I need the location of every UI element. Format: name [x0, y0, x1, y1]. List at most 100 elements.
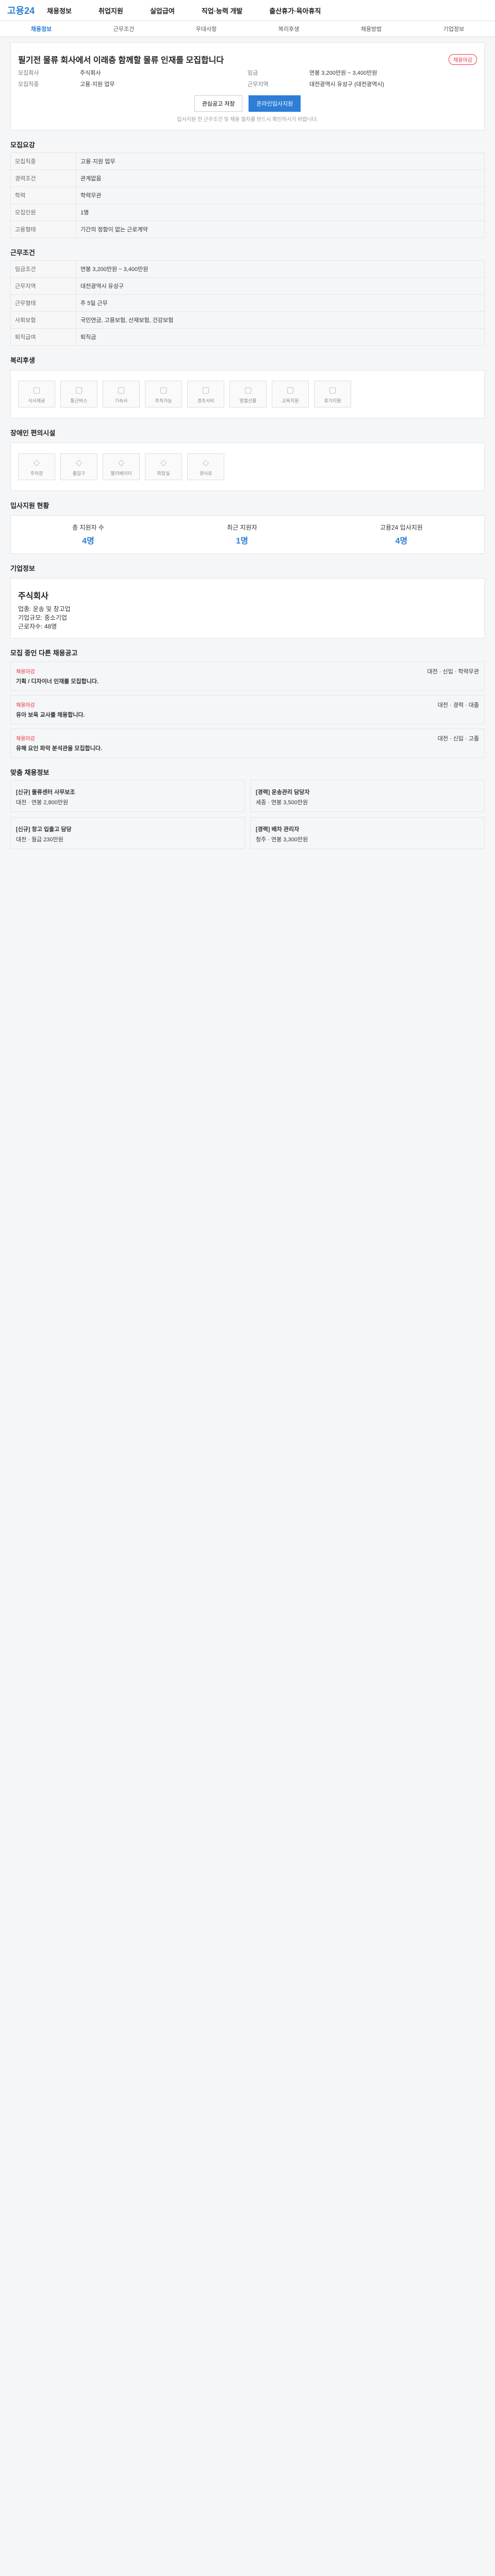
wage-value: 연봉 3,200만원 ~ 3,400만원	[309, 70, 377, 76]
facility-label: 출입구	[72, 470, 86, 476]
site-logo[interactable]: 고용24	[7, 4, 35, 17]
facility-label: 주차장	[30, 470, 43, 476]
welfare-icon: ▢	[328, 385, 337, 395]
list-item[interactable]: [경력] 배차 관리자 청주 · 연봉 3,300만원	[250, 817, 485, 849]
welfare-item: ▢ 식사제공	[18, 381, 55, 408]
rec-meta: 대전 · 연봉 2,800만원	[16, 800, 69, 806]
welfare-item: ▢ 주차가능	[145, 381, 182, 408]
section-title: 복리후생	[10, 357, 35, 364]
tab-welfare[interactable]: 복리후생	[278, 25, 299, 33]
section-title: 근무조건	[10, 249, 35, 257]
list-item[interactable]: [신규] 물류센터 사무보조대전 · 연봉 2,800만원	[10, 780, 245, 812]
global-nav: 채용정보 취업지원 실업급여 직업·능력 개발 출산휴가·육아휴직	[47, 6, 321, 15]
job-title-link[interactable]: 유아 보육 교사를 채용합니다.	[16, 710, 85, 719]
welfare-label: 교육지원	[282, 398, 299, 403]
welfare-icon: ▢	[202, 385, 210, 395]
nav-item[interactable]: 채용정보	[47, 6, 72, 15]
recommend-grid: [신규] 물류센터 사무보조대전 · 연봉 2,800만원 [경력] 운송관리 …	[10, 780, 485, 849]
stat-item: 고용24 입사지원 4명	[380, 523, 423, 546]
company-card: 주식회사 업종: 운송 및 창고업 기업규모: 중소기업 근로자수: 48명	[10, 578, 485, 638]
row-value: 국민연금, 고용보험, 산재보험, 건강보험	[76, 311, 485, 329]
facility-item: ◇ 주차장	[18, 453, 55, 480]
facility-icon: ◇	[202, 458, 209, 467]
row-value: 퇴직금	[76, 328, 485, 346]
welfare-label: 식사제공	[28, 398, 45, 403]
row-value: 주 5일 근무	[76, 294, 485, 312]
welfare-item: ▢ 기숙사	[103, 381, 140, 408]
job-meta: 대전 · 신입 · 고졸	[437, 736, 479, 742]
stat-value: 4명	[395, 537, 408, 546]
nav-item[interactable]: 직업·능력 개발	[202, 6, 243, 15]
company-value: 주식회사	[80, 70, 101, 76]
list-item[interactable]: 채용마감기획 / 디자이너 인재를 모집합니다. 대전 · 신입 · 학력무관	[10, 662, 485, 691]
company-industry: 업종: 운송 및 창고업	[18, 605, 71, 613]
welfare-item: ▢ 교육지원	[272, 381, 309, 408]
nav-item[interactable]: 실업급여	[150, 6, 175, 15]
job-title-link[interactable]: 유해 요인 파악 분석관을 모집합니다.	[16, 744, 102, 752]
welfare-label: 경조사비	[197, 398, 214, 403]
row-value: 학력무관	[76, 187, 485, 204]
welfare-icon: ▢	[286, 385, 294, 395]
apply-note: 입사지원 전 근무조건 및 채용 절차를 반드시 확인하시기 바랍니다.	[177, 117, 318, 123]
rec-title[interactable]: [신규] 물류센터 사무보조	[16, 788, 239, 796]
row-label: 고용형태	[10, 221, 76, 238]
row-label: 학력	[10, 187, 76, 204]
welfare-icon: ▢	[244, 385, 252, 395]
stat-label: 고용24 입사지원	[380, 524, 423, 531]
stat-item: 총 지원자 수 4명	[72, 523, 104, 546]
row-label: 사회보험	[10, 311, 76, 329]
list-item[interactable]: 채용마감유해 요인 파악 분석관을 모집합니다. 대전 · 신입 · 고졸	[10, 728, 485, 758]
rec-title[interactable]: [경력] 운송관리 담당자	[256, 788, 479, 796]
rec-title[interactable]: [신규] 창고 입출고 담당	[16, 825, 239, 833]
row-label: 경력조건	[10, 170, 76, 187]
role-value: 고용·지원 업무	[80, 81, 115, 88]
welfare-label: 기숙사	[114, 398, 128, 403]
tab-conditions[interactable]: 근무조건	[113, 25, 134, 33]
job-title-link[interactable]: 기획 / 디자이너 인재를 모집합니다.	[16, 677, 98, 685]
company-size: 기업규모: 중소기업	[18, 614, 67, 621]
company-employees: 근로자수: 48명	[18, 623, 57, 630]
similar-jobs-list: 채용마감 기획 / 디자이너 인재를 모집합니다. 대전 · 신입 · 학력무관 채…	[10, 662, 485, 758]
row-value: 고용·지원 업무	[76, 152, 485, 170]
tab-preference[interactable]: 우대사항	[196, 25, 217, 33]
job-status: 채용마감	[16, 669, 35, 675]
row-label: 퇴직급여	[10, 328, 76, 346]
welfare-icon: ▢	[117, 385, 125, 395]
welfare-icon: ▢	[32, 385, 41, 395]
facility-item: ◇ 경사로	[187, 453, 224, 480]
apply-button[interactable]: 온라인입사지원	[249, 95, 301, 112]
facility-icon: ◇	[75, 458, 82, 467]
facility-item: ◇ 엘리베이터	[103, 453, 140, 480]
facility-icon: ◇	[160, 458, 167, 467]
tab-company[interactable]: 기업정보	[443, 25, 464, 33]
rec-title[interactable]: [경력] 배차 관리자	[256, 825, 479, 833]
list-item[interactable]: [경력] 운송관리 담당자 세종 · 연봉 3,500만원	[250, 780, 485, 812]
rec-meta: 대전 · 월급 230만원	[16, 837, 63, 843]
row-value: 관계없음	[76, 170, 485, 187]
welfare-label: 명절선물	[239, 398, 257, 403]
scrap-button[interactable]: 관심공고 저장	[194, 95, 243, 112]
row-label: 모집직종	[10, 152, 76, 170]
role-label: 모집직종	[18, 81, 39, 88]
row-label: 모집인원	[10, 204, 76, 221]
job-status: 채용마감	[16, 703, 35, 708]
welfare-label: 통근버스	[70, 398, 88, 403]
job-summary-info: 모집회사 주식회사 임금 연봉 3,200만원 ~ 3,400만원 모집직종 고…	[18, 69, 477, 88]
disabled-facilities-card: ◇ 주차장 ◇ 출입구 ◇ 엘리베이터 ◇ 화장실 ◇ 경사로	[10, 443, 485, 491]
facility-label: 경사로	[199, 470, 212, 476]
job-meta: 대전 · 신입 · 학력무관	[427, 669, 479, 675]
welfare-item: ▢ 통근버스	[60, 381, 97, 408]
list-item[interactable]: 채용마감 유아 보육 교사를 채용합니다. 대전 · 경력 · 대졸	[10, 695, 485, 724]
nav-item[interactable]: 취업지원	[98, 6, 123, 15]
stat-value: 4명	[82, 537, 94, 546]
stat-label: 최근 지원자	[227, 524, 257, 531]
tab-recruit[interactable]: 채용정보	[31, 25, 52, 33]
company-label: 모집회사	[18, 70, 39, 76]
section-tabs: 채용정보 근무조건 우대사항 복리후생 채용방법 기업정보	[0, 21, 495, 37]
facility-label: 엘리베이터	[110, 470, 132, 476]
row-value: 대전광역시 유성구	[76, 277, 485, 295]
list-item[interactable]: [신규] 창고 입출고 담당대전 · 월급 230만원	[10, 817, 245, 849]
job-status: 채용마감	[16, 736, 35, 742]
nav-item[interactable]: 출산휴가·육아휴직	[269, 6, 321, 15]
tab-method[interactable]: 채용방법	[361, 25, 382, 33]
